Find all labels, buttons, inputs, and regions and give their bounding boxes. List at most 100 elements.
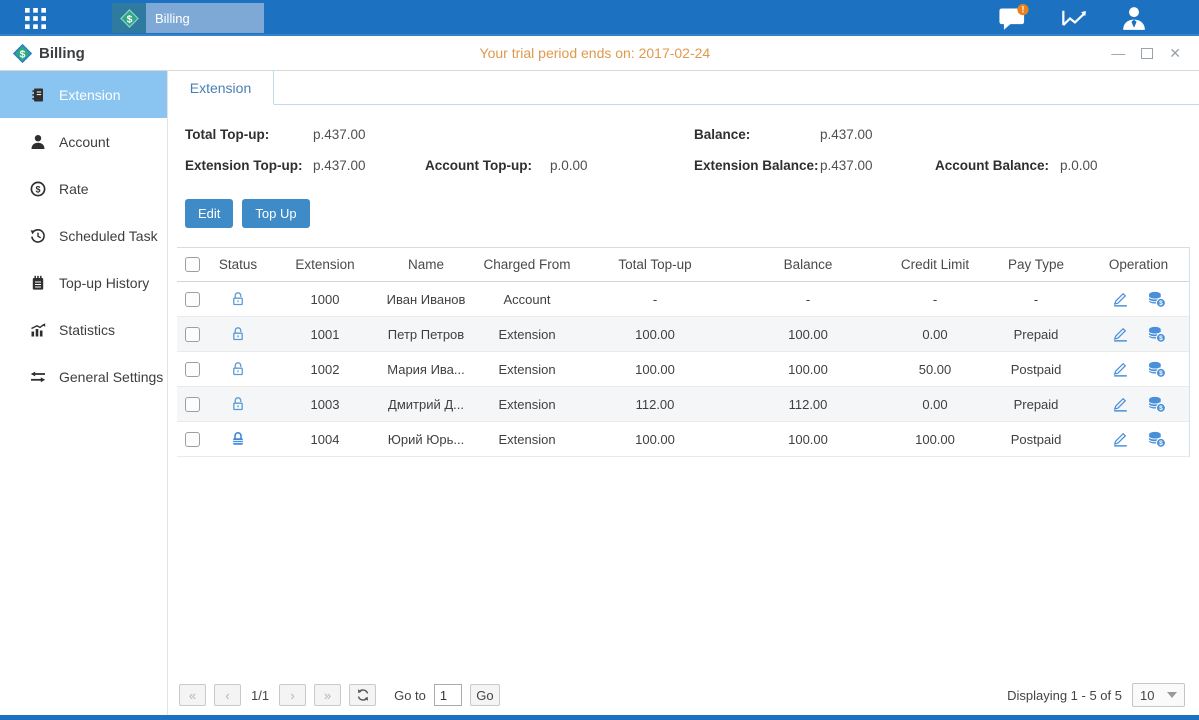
tab-extension[interactable]: Extension	[168, 71, 274, 105]
table-row: 1001 Петр Петров Extension 100.00 100.00…	[177, 317, 1189, 352]
col-balance: Balance	[727, 257, 889, 272]
account-topup-value: p.0.00	[550, 158, 694, 173]
cell-extension: 1000	[269, 292, 381, 307]
app-grid-icon[interactable]	[0, 8, 70, 29]
billing-app-tab[interactable]: $ Billing	[112, 3, 264, 33]
col-pay-type: Pay Type	[981, 257, 1091, 272]
window-title-bar: $ Billing Your trial period ends on: 201…	[0, 36, 1199, 71]
cell-pay-type: Postpaid	[981, 432, 1091, 447]
top-up-coins-icon[interactable]: $	[1147, 396, 1166, 413]
cell-extension: 1002	[269, 362, 381, 377]
total-topup-label: Total Top-up:	[185, 127, 313, 142]
cell-total-topup: 100.00	[583, 362, 727, 377]
window-bottom-border	[0, 715, 1199, 720]
tab-strip: Extension	[168, 71, 1199, 105]
dollar-circle-icon: $	[29, 181, 46, 197]
goto-page-input[interactable]	[434, 684, 462, 706]
top-up-coins-icon[interactable]: $	[1147, 326, 1166, 343]
table-row: 1004 Юрий Юрь... Extension 100.00 100.00…	[177, 422, 1189, 457]
first-page-button[interactable]: «	[179, 684, 206, 706]
cell-name: Петр Петров	[381, 327, 471, 342]
balance-value: p.437.00	[820, 127, 935, 142]
balance-label: Balance:	[694, 127, 820, 142]
top-up-coins-icon[interactable]: $	[1147, 291, 1166, 308]
refresh-icon	[356, 688, 370, 702]
cell-charged-from: Account	[471, 292, 583, 307]
main-content: Extension Total Top-up: p.437.00 Balance…	[168, 71, 1199, 715]
svg-text:$: $	[35, 184, 40, 194]
sidebar-item-extension[interactable]: Extension	[0, 71, 167, 118]
messages-icon[interactable]: !	[998, 4, 1030, 32]
cell-name: Юрий Юрь...	[381, 432, 471, 447]
sidebar-item-label: Top-up History	[59, 275, 149, 291]
select-all-checkbox[interactable]	[185, 257, 200, 272]
row-checkbox[interactable]	[185, 327, 200, 342]
account-balance-value: p.0.00	[1060, 158, 1199, 173]
top-up-coins-icon[interactable]: $	[1147, 361, 1166, 378]
last-page-button[interactable]: »	[314, 684, 341, 706]
edit-pencil-icon[interactable]	[1111, 395, 1130, 413]
cell-pay-type: Prepaid	[981, 397, 1091, 412]
prev-page-button[interactable]: ‹	[214, 684, 241, 706]
lock-status-icon	[230, 291, 246, 306]
svg-text:$: $	[1159, 405, 1163, 412]
row-checkbox[interactable]	[185, 292, 200, 307]
close-icon[interactable]: ✕	[1169, 46, 1181, 60]
sidebar-item-general-settings[interactable]: General Settings	[0, 353, 167, 400]
edit-button[interactable]: Edit	[185, 199, 233, 228]
col-credit-limit: Credit Limit	[889, 257, 981, 272]
svg-text:$: $	[1159, 335, 1163, 342]
col-total-topup: Total Top-up	[583, 257, 727, 272]
next-page-button[interactable]: ›	[279, 684, 306, 706]
cell-pay-type: Postpaid	[981, 362, 1091, 377]
edit-pencil-icon[interactable]	[1111, 430, 1130, 448]
cell-balance: -	[727, 292, 889, 307]
cell-total-topup: 100.00	[583, 432, 727, 447]
top-up-coins-icon[interactable]: $	[1147, 431, 1166, 448]
go-button[interactable]: Go	[470, 684, 500, 706]
sidebar-item-account[interactable]: Account	[0, 118, 167, 165]
col-operation: Operation	[1091, 257, 1186, 272]
table-row: 1002 Мария Ива... Extension 100.00 100.0…	[177, 352, 1189, 387]
cell-pay-type: -	[981, 292, 1091, 307]
table-row: 1003 Дмитрий Д... Extension 112.00 112.0…	[177, 387, 1189, 422]
sidebar-item-label: Statistics	[59, 322, 115, 338]
sidebar-item-scheduled-task[interactable]: Scheduled Task	[0, 212, 167, 259]
top-app-bar: $ Billing !	[0, 0, 1199, 36]
refresh-button[interactable]	[349, 684, 376, 706]
edit-pencil-icon[interactable]	[1111, 290, 1130, 308]
row-checkbox[interactable]	[185, 397, 200, 412]
lock-status-icon	[230, 361, 246, 376]
edit-pencil-icon[interactable]	[1111, 325, 1130, 343]
cell-credit-limit: -	[889, 292, 981, 307]
account-balance-label: Account Balance:	[935, 158, 1060, 173]
page-title: Billing	[39, 45, 85, 62]
cell-name: Иван Иванов	[381, 292, 471, 307]
table-header-row: Status Extension Name Charged From Total…	[177, 247, 1189, 282]
sidebar-item-rate[interactable]: $ Rate	[0, 165, 167, 212]
cell-name: Дмитрий Д...	[381, 397, 471, 412]
sidebar-item-statistics[interactable]: Statistics	[0, 306, 167, 353]
user-account-icon[interactable]	[1121, 6, 1147, 30]
cell-charged-from: Extension	[471, 362, 583, 377]
sidebar-item-label: General Settings	[59, 369, 163, 385]
cell-credit-limit: 0.00	[889, 397, 981, 412]
top-up-button[interactable]: Top Up	[242, 199, 309, 228]
cell-balance: 112.00	[727, 397, 889, 412]
page-size-select[interactable]: 10	[1132, 683, 1185, 707]
row-checkbox[interactable]	[185, 432, 200, 447]
minimize-icon[interactable]: —	[1111, 46, 1125, 60]
edit-pencil-icon[interactable]	[1111, 360, 1130, 378]
maximize-icon[interactable]	[1141, 48, 1153, 59]
cell-total-topup: 100.00	[583, 327, 727, 342]
page-indicator: 1/1	[251, 688, 269, 703]
col-name: Name	[381, 257, 471, 272]
resource-monitor-icon[interactable]	[1060, 6, 1091, 31]
extension-balance-label: Extension Balance:	[694, 158, 820, 173]
lock-status-icon	[230, 431, 246, 446]
cell-extension: 1004	[269, 432, 381, 447]
row-checkbox[interactable]	[185, 362, 200, 377]
sidebar-item-topup-history[interactable]: Top-up History	[0, 259, 167, 306]
swap-arrows-icon	[29, 369, 46, 385]
cell-pay-type: Prepaid	[981, 327, 1091, 342]
